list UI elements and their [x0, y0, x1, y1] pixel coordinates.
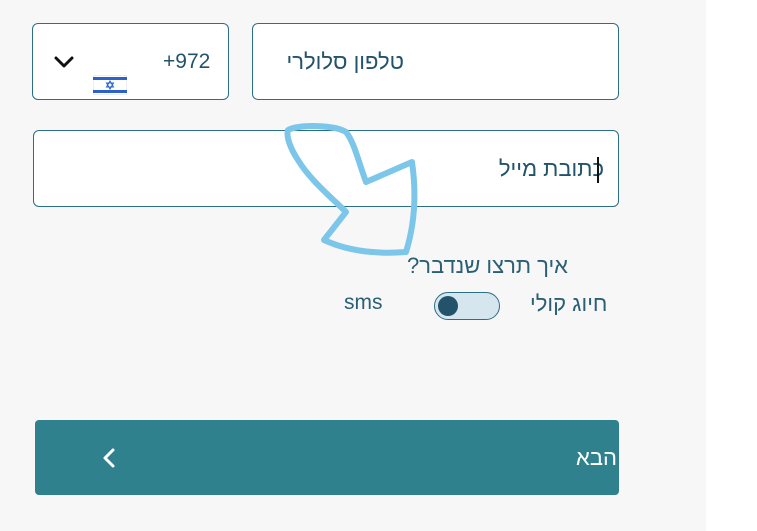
annotation-scribble: [284, 123, 418, 256]
country-code-select[interactable]: +972: [32, 23, 229, 100]
chevron-down-icon[interactable]: [53, 52, 75, 72]
text-caret: [597, 157, 599, 183]
phone-field[interactable]: טלפון סלולרי: [252, 23, 619, 100]
voice-call-label[interactable]: חיוג קולי: [530, 291, 607, 317]
email-input-text: כתובת מייל: [498, 156, 604, 181]
form-panel: טלפון סלולרי +972 כתובת מייל איך תרצו שנ…: [0, 0, 706, 531]
next-button-label: הבא: [576, 445, 617, 470]
next-button[interactable]: הבא: [35, 420, 619, 495]
israel-flag-icon: [93, 75, 127, 95]
contact-method-toggle[interactable]: [434, 292, 500, 320]
contact-method-question: איך תרצו שנדבר?: [406, 253, 568, 278]
sms-label[interactable]: sms: [344, 291, 383, 315]
phone-placeholder: טלפון סלולרי: [286, 49, 404, 74]
chevron-left-icon: [103, 448, 115, 468]
toggle-knob: [438, 296, 458, 316]
country-code: +972: [163, 50, 211, 73]
